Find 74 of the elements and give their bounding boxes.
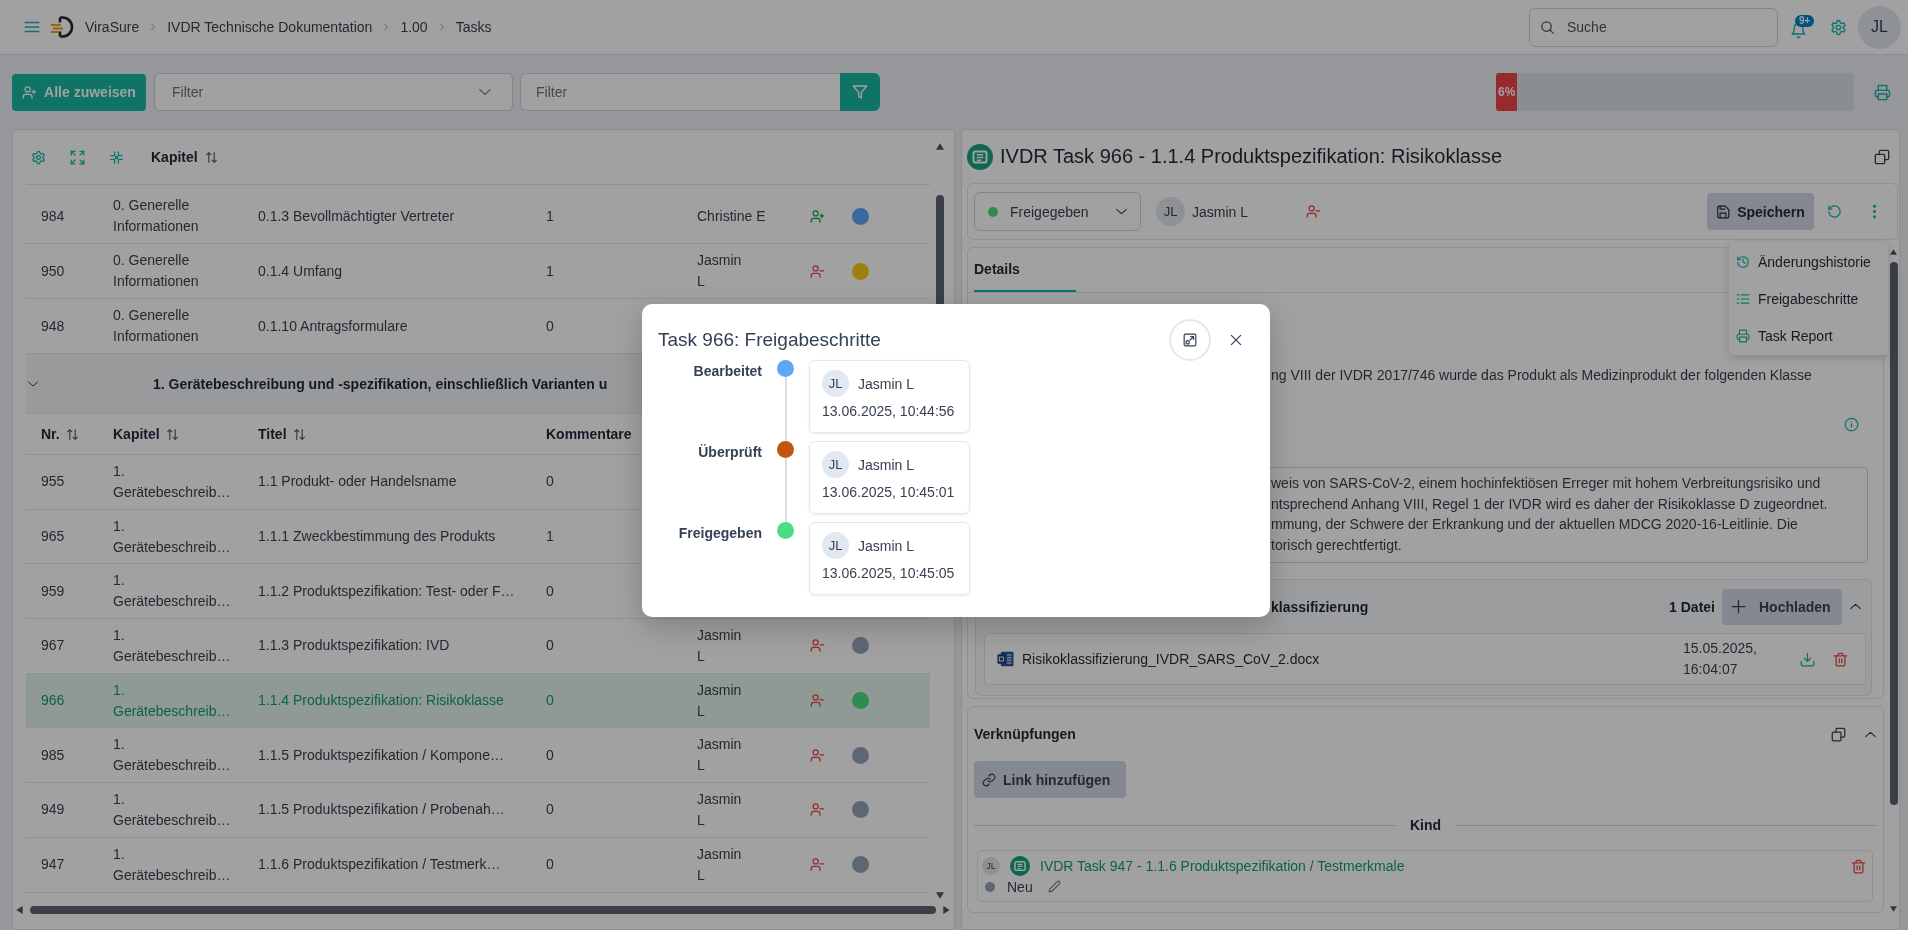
table-cell-text: 985 — [41, 745, 66, 765]
table-cell-text: 1.1.6 Produktspezifikation / Testmerk… — [258, 855, 502, 875]
table-cell-text: 0 — [546, 316, 555, 336]
table-cell-text: 948 — [41, 316, 66, 336]
step-label: Freigegeben — [677, 524, 762, 543]
table-cell-text: 955 — [41, 472, 66, 492]
task-title: IVDR Task 966 - 1.1.4 Produktspezifikation: Risikoklasse — [1000, 145, 1503, 168]
table-cell-text: 1.1 Produkt- oder Handelsname — [258, 472, 458, 492]
table-cell-text: 0 — [546, 691, 555, 711]
description-text: ng VIII der IVDR 2017/746 wurde das Produkt als Medizinprodukt der folgenden Klasse — [1271, 366, 1813, 385]
table-cell-text: 0. Generelle Informationen — [113, 306, 200, 346]
timestamp: 13.06.2025, 10:44:56 — [822, 402, 956, 421]
table-cell-text: 0 — [546, 800, 555, 820]
table-cell-text: 1. Gerätebeschreib… — [113, 571, 232, 612]
assignee-name: Christine E — [697, 206, 767, 226]
table-cell-text: 1.1.5 Produktspezifikation / Kompone… — [258, 745, 505, 765]
table-cell-text: 1. Gerätebeschreib… — [113, 680, 232, 721]
assignee-name: Jasmin L — [697, 844, 742, 885]
status-label: Neu — [1007, 878, 1033, 895]
table-cell-text: 1. Gerätebeschreib… — [113, 516, 232, 557]
table-cell-text: 1. Gerätebeschreib… — [113, 844, 232, 885]
file-date: 15.05.2025, 16:04:07 — [1683, 639, 1758, 679]
table-cell-text: 0.1.10 Antragsformulare — [258, 316, 409, 336]
assignee-name: Jasmin L — [697, 789, 742, 830]
table-cell-text: 947 — [41, 855, 66, 875]
table-cell-text: 1.1.2 Produktspezifikation: Test- oder F… — [258, 581, 516, 601]
group-title: 1. Gerätebeschreibung und -spezifikation, einschließlich Varianten u — [153, 375, 608, 392]
user-avatar: JL — [822, 451, 849, 478]
table-cell-text: 1. Gerätebeschreib… — [113, 735, 232, 776]
user-avatar: JL — [822, 370, 849, 397]
table-cell-text: 1 — [546, 206, 555, 226]
table-cell-text: 959 — [41, 581, 66, 601]
table-cell-text: 950 — [41, 261, 66, 281]
table-cell-text: 1. Gerätebeschreib… — [113, 789, 232, 830]
table-cell-text: 0 — [546, 855, 555, 875]
user-name: Jasmin L — [858, 375, 915, 392]
user-avatar: JL — [982, 857, 1000, 875]
table-cell-text: 0 — [546, 472, 555, 492]
table-cell-text: 0 — [546, 745, 555, 765]
table-cell-text: 1. Gerätebeschreib… — [113, 461, 232, 502]
assignee-name: Jasmin L — [697, 735, 742, 776]
table-cell-text: 1.1.4 Produktspezifikation: Risikoklasse — [258, 691, 505, 711]
user-avatar: JL — [1156, 197, 1185, 226]
file-count: 1 Datei — [1669, 598, 1715, 615]
section-title: Verknüpfungen — [974, 726, 1076, 742]
progress-label: 6% — [1498, 85, 1516, 99]
notification-badge: 9+ — [1795, 14, 1815, 27]
user-name: Jasmin L — [858, 537, 915, 554]
table-cell-text: 0 — [546, 636, 555, 656]
table-cell-text: 1. Gerätebeschreib… — [113, 625, 232, 666]
user-name: Jasmin L — [858, 456, 915, 473]
table-cell-text: 984 — [41, 206, 66, 226]
table-cell-text: 0.1.4 Umfang — [258, 261, 344, 281]
section-title: klassifizierung — [1271, 598, 1369, 615]
modal-title: Task 966: Freigabeschritte — [658, 329, 882, 351]
table-cell-text: 967 — [41, 636, 66, 656]
table-cell-text: 0 — [546, 581, 555, 601]
table-cell-text: 965 — [41, 527, 66, 547]
table-cell-text: 1.1.5 Produktspezifikation / Probenah… — [258, 800, 506, 820]
table-cell-text: 0. Generelle Informationen — [113, 251, 200, 291]
user-avatar: JL — [822, 532, 849, 559]
table-cell-text: 1 — [546, 261, 555, 281]
section-label: Kind — [1409, 817, 1442, 833]
table-cell-text: 1.1.1 Zweckbestimmung des Produkts — [258, 527, 497, 547]
assignee-name: Jasmin L — [697, 680, 742, 721]
step-label: Bearbeitet — [692, 362, 762, 381]
table-cell-text: 0.1.3 Bevollmächtigter Vertreter — [258, 206, 456, 226]
table-cell-text: 0. Generelle Informationen — [113, 196, 200, 236]
table-cell-text: 1.1.3 Produktspezifikation: IVD — [258, 636, 451, 656]
table-cell-text: 966 — [41, 691, 66, 711]
assignee-name: Jasmin L — [1192, 203, 1250, 220]
table-cell-text: 949 — [41, 800, 66, 820]
assignee-name: Jasmin L — [697, 625, 742, 666]
assignee-name: Jasmin L — [697, 251, 742, 291]
